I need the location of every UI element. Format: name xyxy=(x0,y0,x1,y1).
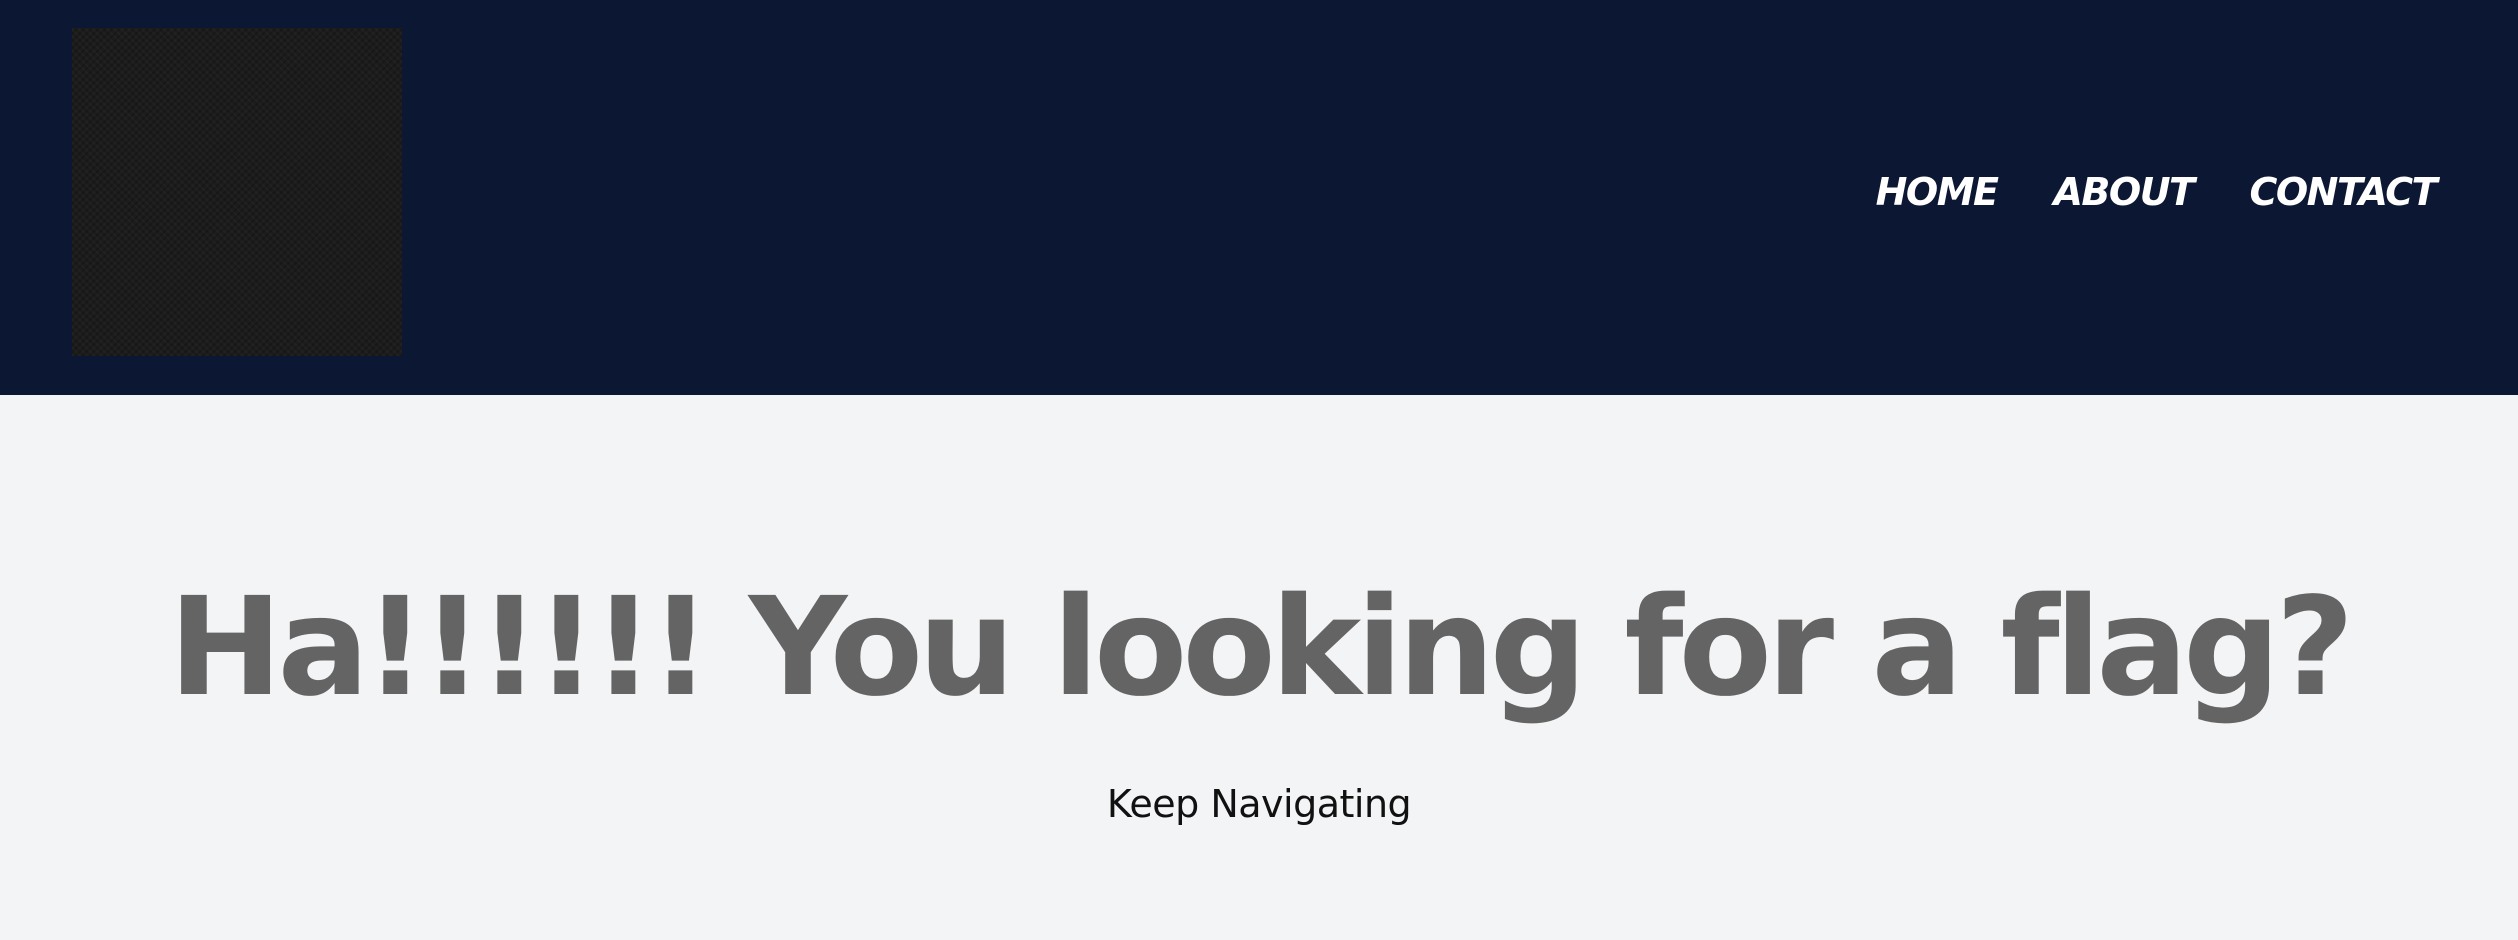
main-nav: HOME ABOUT CONTACT xyxy=(1876,170,2438,214)
site-header: HOME ABOUT CONTACT xyxy=(0,0,2518,395)
nav-link-home[interactable]: HOME xyxy=(1876,170,1999,214)
page-subline: Keep Navigating xyxy=(1106,782,1412,826)
nav-link-contact[interactable]: CONTACT xyxy=(2249,170,2437,214)
main-content: Ha!!!!!! You looking for a flag? Keep Na… xyxy=(0,395,2518,940)
page-headline: Ha!!!!!! You looking for a flag? xyxy=(168,569,2355,727)
nav-link-about[interactable]: ABOUT xyxy=(2054,170,2195,214)
logo-image[interactable] xyxy=(72,28,402,356)
